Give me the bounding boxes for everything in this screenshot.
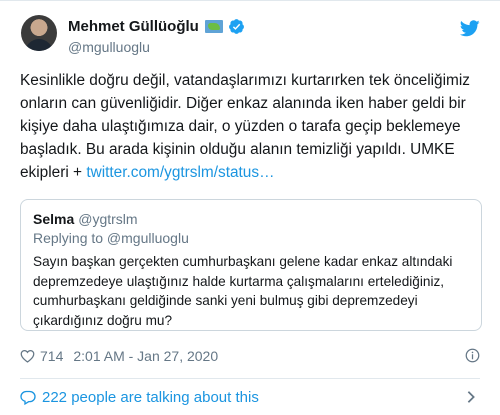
tweet-text: Kesinlikle doğru değil, vatandaşlarımızı… [20, 69, 482, 184]
tweet-meta: 714 2:01 AM - Jan 27, 2020 [20, 346, 218, 366]
embedded-tweet-card: Mehmet Güllüoğlu @mgulluoglu Kesinlikle … [0, 0, 500, 415]
quoted-author-handle: @ygtrslm [78, 211, 138, 227]
conversation-count[interactable]: 222 people are talking about this [42, 389, 259, 406]
avatar[interactable] [21, 15, 57, 51]
avatar-shoulders [25, 39, 53, 51]
conversation-link[interactable]: 222 people are talking about this [20, 387, 259, 407]
author-name-row: Mehmet Güllüoğlu [68, 17, 245, 35]
quoted-text: Sayın başkan gerçekten cumhurbaşkanı gel… [33, 254, 453, 328]
heart-icon[interactable] [20, 349, 35, 363]
quoted-replying-to: Replying to @mgulluoglu [33, 230, 189, 246]
tweet-link[interactable]: twitter.com/ygtrslm/status… [86, 164, 274, 181]
quoted-author: Selma @ygtrslm [33, 211, 138, 227]
info-icon[interactable] [465, 348, 480, 363]
like-count[interactable]: 714 [40, 348, 63, 364]
author-display-name[interactable]: Mehmet Güllüoğlu [68, 18, 199, 35]
quoted-author-name: Selma [33, 211, 75, 227]
author-handle[interactable]: @mgulluoglu [68, 39, 245, 55]
tweet-timestamp[interactable]: 2:01 AM - Jan 27, 2020 [73, 348, 218, 364]
divider [20, 378, 480, 379]
world-map-icon [204, 19, 223, 33]
twitter-bird-icon[interactable] [460, 20, 480, 37]
verified-badge-icon [228, 18, 244, 34]
author-block[interactable]: Mehmet Güllüoğlu @mgulluoglu [68, 17, 245, 55]
chevron-right-icon[interactable] [466, 390, 476, 404]
quoted-tweet[interactable]: Selma @ygtrslm Replying to @mgulluoglu S… [20, 199, 482, 331]
speech-bubble-icon [20, 390, 36, 405]
